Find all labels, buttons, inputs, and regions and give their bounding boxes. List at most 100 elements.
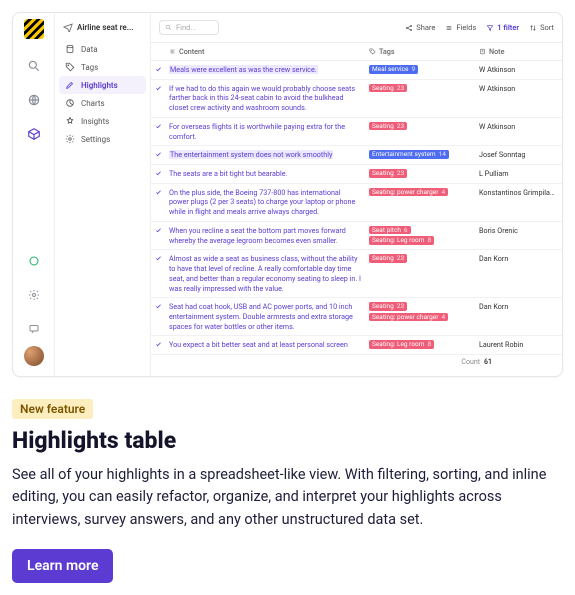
table-row[interactable]: For overseas flights it is worthwhile pa… bbox=[151, 118, 562, 146]
insight-icon bbox=[65, 116, 75, 126]
app-screenshot: Airline seat re... Data Tags Highlights Cha… bbox=[12, 12, 563, 377]
col-note[interactable]: Note bbox=[475, 47, 562, 56]
row-select[interactable] bbox=[151, 254, 165, 293]
row-select[interactable] bbox=[151, 65, 165, 75]
row-select[interactable] bbox=[151, 188, 165, 217]
content-cell[interactable]: On the plus side, the Boeing 737-800 has… bbox=[165, 188, 365, 217]
circle-icon[interactable] bbox=[25, 252, 43, 270]
table-row[interactable]: Meals were excellent as was the crew ser… bbox=[151, 61, 562, 80]
main-panel: Find... Share Fields 1 filter Sort Conte… bbox=[151, 13, 562, 376]
content-cell[interactable]: You expect a bit better seat and at leas… bbox=[165, 340, 365, 350]
table-row[interactable]: When you recline a seat the bottom part … bbox=[151, 222, 562, 250]
new-feature-badge: New feature bbox=[12, 399, 93, 419]
row-select[interactable] bbox=[151, 169, 165, 179]
nav-tags[interactable]: Tags bbox=[59, 58, 146, 76]
search-input[interactable]: Find... bbox=[159, 20, 219, 35]
chat-icon[interactable] bbox=[25, 320, 43, 338]
table-row[interactable]: The entertainment system does not work s… bbox=[151, 146, 562, 165]
table-row[interactable]: If we had to do this again we would prob… bbox=[151, 80, 562, 118]
nav-data[interactable]: Data bbox=[59, 40, 146, 58]
content-cell[interactable]: If we had to do this again we would prob… bbox=[165, 84, 365, 113]
sort-icon bbox=[529, 24, 537, 32]
tag-pill[interactable]: Seating 23 bbox=[369, 122, 407, 131]
col-content[interactable]: Content bbox=[165, 47, 365, 56]
tag-pill[interactable]: Seat pitch 6 bbox=[369, 226, 411, 235]
content-cell[interactable]: Seat had coat hook, USB and AC power por… bbox=[165, 302, 365, 331]
nav-insights[interactable]: Insights bbox=[59, 112, 146, 130]
share-button[interactable]: Share bbox=[405, 23, 435, 32]
tags-cell: Seating 23 bbox=[365, 84, 475, 113]
airplane-icon bbox=[63, 22, 73, 32]
tags-cell: Seating 23 Seating: power charger 4 bbox=[365, 302, 475, 331]
globe-icon[interactable] bbox=[25, 91, 43, 109]
promo-body: See all of your highlights in a spreadsh… bbox=[12, 464, 563, 531]
table-row[interactable]: Almost as wide a seat as business class,… bbox=[151, 250, 562, 298]
box-icon[interactable] bbox=[25, 125, 43, 143]
list-icon bbox=[445, 24, 453, 32]
note-cell: Dan Korn bbox=[475, 254, 562, 293]
nav-label: Insights bbox=[81, 117, 109, 126]
content-cell[interactable]: The entertainment system does not work s… bbox=[165, 150, 365, 160]
tag-pill[interactable]: Meal service 9 bbox=[369, 65, 418, 74]
nav-label: Settings bbox=[81, 135, 110, 144]
filter-button[interactable]: 1 filter bbox=[486, 23, 519, 32]
tag-pill[interactable]: Seating 23 bbox=[369, 254, 407, 263]
note-cell: W Atkinson bbox=[475, 84, 562, 113]
nav-label: Data bbox=[81, 45, 98, 54]
table-header: Content Tags Note bbox=[151, 43, 562, 61]
project-title[interactable]: Airline seat re... bbox=[59, 19, 146, 40]
note-cell: W Atkinson bbox=[475, 122, 562, 141]
row-select[interactable] bbox=[151, 340, 165, 350]
nav-label: Highlights bbox=[81, 81, 118, 90]
row-select[interactable] bbox=[151, 84, 165, 113]
filter-icon bbox=[486, 24, 494, 32]
row-select[interactable] bbox=[151, 226, 165, 245]
learn-more-button[interactable]: Learn more bbox=[12, 549, 113, 583]
content-cell[interactable]: For overseas flights it is worthwhile pa… bbox=[165, 122, 365, 141]
table-row[interactable]: The seats are a bit tight but bearable. S… bbox=[151, 165, 562, 184]
note-cell: W Atkinson bbox=[475, 65, 562, 75]
promo-title: Highlights table bbox=[12, 427, 563, 454]
nav-charts[interactable]: Charts bbox=[59, 94, 146, 112]
nav-highlights[interactable]: Highlights bbox=[59, 76, 146, 94]
tags-cell: Seating: power charger 4 bbox=[365, 188, 475, 217]
app-logo-icon[interactable] bbox=[24, 19, 44, 39]
content-cell[interactable]: Meals were excellent as was the crew ser… bbox=[165, 65, 365, 75]
tag-pill[interactable]: Seating: Leg room 8 bbox=[369, 340, 434, 349]
tag-pill[interactable]: Seating 23 bbox=[369, 169, 407, 178]
project-title-text: Airline seat re... bbox=[77, 23, 134, 32]
tag-icon bbox=[369, 48, 376, 55]
note-cell: Laurent Robin bbox=[475, 340, 562, 350]
table-row[interactable]: On the plus side, the Boeing 737-800 has… bbox=[151, 184, 562, 222]
nav-settings[interactable]: Settings bbox=[59, 130, 146, 148]
tags-cell: Seating: Leg room 8 bbox=[365, 340, 475, 350]
col-tags[interactable]: Tags bbox=[365, 47, 475, 56]
search-icon[interactable] bbox=[25, 57, 43, 75]
table-row[interactable]: You expect a bit better seat and at leas… bbox=[151, 336, 562, 355]
gear-icon[interactable] bbox=[25, 286, 43, 304]
tag-pill[interactable]: Seating 23 bbox=[369, 302, 407, 311]
user-avatar[interactable] bbox=[24, 346, 44, 366]
row-select[interactable] bbox=[151, 302, 165, 331]
fields-button[interactable]: Fields bbox=[445, 23, 476, 32]
tags-cell: Seating 23 bbox=[365, 122, 475, 141]
tag-pill[interactable]: Seating 23 bbox=[369, 84, 407, 93]
table-row[interactable]: Seat had coat hook, USB and AC power por… bbox=[151, 298, 562, 336]
note-cell: Boris Orenic bbox=[475, 226, 562, 245]
sort-button[interactable]: Sort bbox=[529, 23, 554, 32]
chart-icon bbox=[65, 98, 75, 108]
row-select[interactable] bbox=[151, 150, 165, 160]
tag-pill[interactable]: Seating: Leg room 8 bbox=[369, 236, 434, 245]
content-cell[interactable]: Almost as wide a seat as business class,… bbox=[165, 254, 365, 293]
tag-pill[interactable]: Entertainment system 14 bbox=[369, 150, 449, 159]
note-cell: Dan Korn bbox=[475, 302, 562, 331]
tags-cell: Seat pitch 6Seating: Leg room 8 bbox=[365, 226, 475, 245]
settings-icon bbox=[65, 134, 75, 144]
content-cell[interactable]: The seats are a bit tight but bearable. bbox=[165, 169, 365, 179]
row-select[interactable] bbox=[151, 122, 165, 141]
tag-pill[interactable]: Seating: power charger 4 bbox=[369, 188, 448, 197]
count-summary: Count61 bbox=[151, 355, 562, 369]
content-cell[interactable]: When you recline a seat the bottom part … bbox=[165, 226, 365, 245]
tag-pill[interactable]: Seating: power charger 4 bbox=[369, 313, 448, 322]
note-icon bbox=[479, 48, 486, 55]
